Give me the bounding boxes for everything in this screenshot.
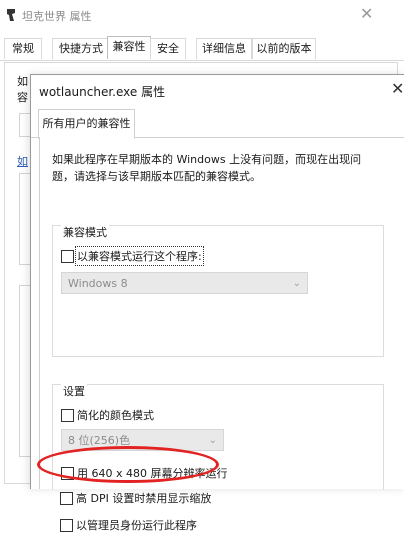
tab-security[interactable]: 安全 <box>150 38 186 59</box>
parent-text-fragment: 容 <box>17 91 28 104</box>
compat-dialog: wotlauncher.exe 属性 ✕ 所有用户的兼容性 如果此程序在早期版本… <box>30 74 404 532</box>
tab-previous-versions[interactable]: 以前的版本 <box>252 38 316 59</box>
parent-close-icon[interactable]: ✕ <box>360 4 373 23</box>
high-dpi-checkbox[interactable] <box>60 492 73 505</box>
highlight-ellipse <box>37 446 219 483</box>
compat-description: 如果此程序在早期版本的 Windows 上没有问题，而现在出现问题，请选择与该早… <box>52 153 362 183</box>
tab-details[interactable]: 详细信息 <box>196 38 252 59</box>
run-as-admin-checkbox[interactable] <box>60 519 73 532</box>
chevron-down-icon: ⌄ <box>208 435 217 446</box>
run-as-admin-label[interactable]: 以管理员身份运行此程序 <box>76 517 197 533</box>
dialog-tab-strip: 所有用户的兼容性 <box>31 105 404 139</box>
compat-mode-group: 兼容模式 以兼容模式运行这个程序: Windows 8 ⌄ <box>52 224 384 357</box>
tank-app-icon <box>7 9 15 21</box>
reduced-color-label[interactable]: 简化的颜色模式 <box>77 407 154 423</box>
parent-tab-strip: 常规 快捷方式 兼容性 安全 详细信息 以前的版本 <box>0 36 404 61</box>
parent-window-title: 坦克世界 属性 <box>22 10 92 23</box>
compat-os-select-value: Windows 8 <box>68 277 128 290</box>
tab-compatibility[interactable]: 兼容性 <box>107 36 151 59</box>
dialog-body: 如果此程序在早期版本的 Windows 上没有问题，而现在出现问题，请选择与该早… <box>39 137 404 532</box>
compat-mode-checkbox-label[interactable]: 以兼容模式运行这个程序: <box>75 246 204 266</box>
dialog-title: wotlauncher.exe 属性 <box>39 85 166 99</box>
tab-shortcut[interactable]: 快捷方式 <box>52 38 110 59</box>
chevron-down-icon: ⌄ <box>292 278 301 289</box>
compat-mode-group-label: 兼容模式 <box>61 224 109 240</box>
tab-all-users-compat[interactable]: 所有用户的兼容性 <box>38 109 135 139</box>
reduced-color-checkbox[interactable] <box>61 409 74 422</box>
settings-group-label: 设置 <box>61 383 87 399</box>
compat-os-select[interactable]: Windows 8 ⌄ <box>61 272 308 294</box>
high-dpi-label[interactable]: 高 DPI 设置时禁用显示缩放 <box>76 490 211 506</box>
parent-title-bar: 坦克世界 属性 ✕ <box>0 0 404 30</box>
compat-mode-checkbox[interactable] <box>61 250 74 263</box>
parent-text-fragment: 如 <box>17 75 28 88</box>
parent-link-fragment[interactable]: 如 <box>17 153 28 169</box>
dialog-close-icon[interactable]: ✕ <box>391 79 404 98</box>
tab-general[interactable]: 常规 <box>4 38 42 59</box>
